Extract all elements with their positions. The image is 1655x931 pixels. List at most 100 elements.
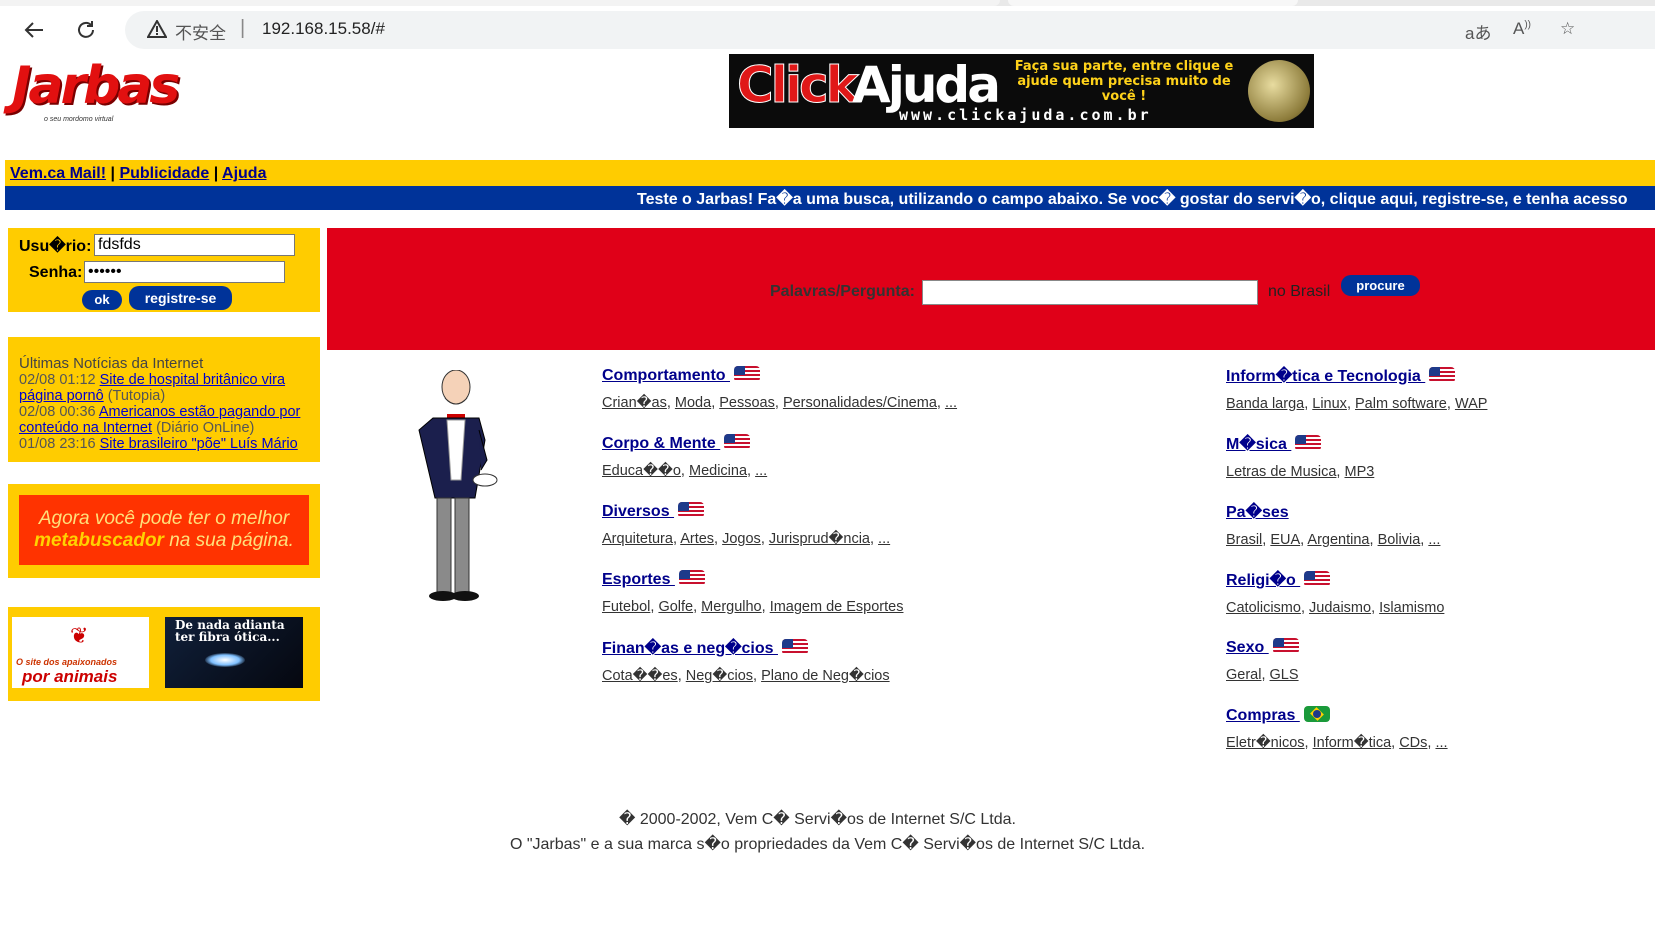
subcategory-link[interactable]: Pessoas xyxy=(719,395,775,411)
subcategory-link[interactable]: Palm software xyxy=(1355,396,1447,412)
subcategory-link[interactable]: Educa��o xyxy=(602,463,681,479)
ajuda-link[interactable]: Ajuda xyxy=(222,165,266,182)
fibra-text: De nada adianta ter fibra ótica... xyxy=(175,618,285,644)
us-flag-icon xyxy=(1304,571,1331,587)
subcategory-link[interactable]: Letras de Musica xyxy=(1226,464,1336,480)
subcategory-link[interactable]: Argentina xyxy=(1307,532,1369,548)
animais-ad[interactable]: ❦ O site dos apaixonados por animais xyxy=(12,617,149,688)
address-bar[interactable]: 不安全 | 192.168.15.58/# aあ A)) ☆ xyxy=(125,11,1655,49)
subcategory-link[interactable]: Inform�tica xyxy=(1313,735,1392,751)
subcategory-link[interactable]: Crian�as xyxy=(602,395,667,411)
subcategory-link[interactable]: Geral xyxy=(1226,667,1261,683)
category-title[interactable]: M�sica xyxy=(1226,436,1291,453)
jarbas-logo[interactable]: Jarbas o seu mordomo virtual xyxy=(12,60,180,123)
register-button[interactable]: registre-se xyxy=(129,286,232,310)
us-flag-icon xyxy=(1295,435,1322,451)
subcategories: Educa��o, Medicina, ... xyxy=(602,463,768,479)
news-link[interactable]: Site brasileiro "põe" Luís Mário xyxy=(100,436,298,452)
category-esportes: Esportes Futebol, Golfe, Mergulho, Image… xyxy=(602,570,903,615)
category-title[interactable]: Esportes xyxy=(602,571,675,588)
translate-icon[interactable]: aあ xyxy=(1465,19,1491,44)
subcategory-link[interactable]: Linux xyxy=(1312,396,1347,412)
tab-inactive[interactable] xyxy=(1008,0,1298,6)
subcategory-link[interactable]: Personalidades/Cinema xyxy=(783,395,937,411)
metabuscador-ad[interactable]: Agora você pode ter o melhor metabuscado… xyxy=(19,495,309,565)
subcategory-link[interactable]: Mergulho xyxy=(701,599,761,615)
category-sexo: Sexo Geral, GLS xyxy=(1226,638,1299,683)
subcategory-link[interactable]: Moda xyxy=(675,395,711,411)
subcategory-link[interactable]: CDs xyxy=(1399,735,1427,751)
more-link[interactable]: ... xyxy=(945,395,957,411)
subcategory-link[interactable]: Brasil xyxy=(1226,532,1262,548)
back-icon[interactable] xyxy=(18,14,50,46)
subcategory-link[interactable]: Plano de Neg�cios xyxy=(761,668,890,684)
subcategory-link[interactable]: Jurisprud�ncia xyxy=(769,531,870,547)
search-button[interactable]: procure xyxy=(1341,275,1420,296)
subcategory-link[interactable]: Jogos xyxy=(722,531,761,547)
warning-icon[interactable] xyxy=(146,18,168,43)
ticker-text[interactable]: Teste o Jarbas! Fa�a uma busca, utilizan… xyxy=(637,189,1628,209)
subcategory-link[interactable]: Catolicismo xyxy=(1226,600,1301,616)
subcategory-link[interactable]: Bolivia xyxy=(1378,532,1421,548)
more-link[interactable]: ... xyxy=(755,463,767,479)
trademark-text: O "Jarbas" e a sua marca s�o propriedade… xyxy=(509,836,1146,853)
category-title[interactable]: Inform�tica e Tecnologia xyxy=(1226,368,1425,385)
category-title[interactable]: Religi�o xyxy=(1226,572,1300,589)
news-time: 02/08 00:36 xyxy=(19,404,96,420)
reload-icon[interactable] xyxy=(70,14,102,46)
vemca-mail-link[interactable]: Vem.ca Mail! xyxy=(10,165,106,182)
ad-text: Agora você pode ter o melhor xyxy=(38,508,290,529)
subcategory-link[interactable]: WAP xyxy=(1455,396,1488,412)
us-flag-icon xyxy=(1272,638,1299,654)
subcategory-link[interactable]: Eletr�nicos xyxy=(1226,735,1305,751)
subcategory-link[interactable]: GLS xyxy=(1270,667,1299,683)
news-source: (Tutopia) xyxy=(107,388,166,404)
ad-text: na sua página. xyxy=(169,530,294,551)
category-title[interactable]: Corpo & Mente xyxy=(602,435,720,452)
category-title[interactable]: Finan�as e neg�cios xyxy=(602,640,778,657)
category-title[interactable]: Sexo xyxy=(1226,639,1269,656)
subcategory-link[interactable]: Golfe xyxy=(658,599,693,615)
subcategories: Geral, GLS xyxy=(1226,667,1299,683)
subcategories: Crian�as, Moda, Pessoas, Personalidades/… xyxy=(602,395,958,411)
banner-click: Click xyxy=(737,56,860,115)
subcategory-link[interactable]: EUA xyxy=(1270,532,1300,548)
subcategory-link[interactable]: Imagem de Esportes xyxy=(770,599,904,615)
subcategories: Catolicismo, Judaismo, Islamismo xyxy=(1226,600,1445,616)
read-aloud-icon[interactable]: A)) xyxy=(1513,19,1531,39)
search-input[interactable] xyxy=(922,280,1258,305)
user-label: Usu�rio: xyxy=(19,238,92,255)
publicidade-link[interactable]: Publicidade xyxy=(119,165,209,182)
url-text[interactable]: 192.168.15.58/# xyxy=(262,19,385,39)
subcategory-link[interactable]: Islamismo xyxy=(1379,600,1444,616)
password-input[interactable] xyxy=(84,261,285,283)
fibra-optica-ad[interactable]: De nada adianta ter fibra ótica... xyxy=(165,617,303,688)
us-flag-icon xyxy=(678,502,705,518)
subcategory-link[interactable]: MP3 xyxy=(1344,464,1374,480)
category-diversos: Diversos Arquitetura, Artes, Jogos, Juri… xyxy=(602,502,890,547)
security-label[interactable]: 不安全 xyxy=(175,19,226,44)
subcategory-link[interactable]: Banda larga xyxy=(1226,396,1304,412)
more-link[interactable]: ... xyxy=(1435,735,1447,751)
more-link[interactable]: ... xyxy=(878,531,890,547)
category-title[interactable]: Pa�ses xyxy=(1226,504,1289,521)
subcategory-link[interactable]: Artes xyxy=(680,531,714,547)
subcategory-link[interactable]: Cota��es xyxy=(602,668,678,684)
subcategory-link[interactable]: Neg�cios xyxy=(686,668,753,684)
category-title[interactable]: Diversos xyxy=(602,503,674,520)
ok-button[interactable]: ok xyxy=(82,290,122,310)
subcategory-link[interactable]: Arquitetura xyxy=(602,531,673,547)
subcategory-link[interactable]: Futebol xyxy=(602,599,650,615)
category-corpo-mente: Corpo & Mente Educa��o, Medicina, ... xyxy=(602,434,767,479)
category-title[interactable]: Comportamento xyxy=(602,367,730,384)
more-link[interactable]: ... xyxy=(1428,532,1440,548)
small-ads-box: ❦ O site dos apaixonados por animais De … xyxy=(8,607,320,701)
user-input[interactable] xyxy=(94,234,295,256)
subcategory-link[interactable]: Judaismo xyxy=(1309,600,1371,616)
category-title[interactable]: Compras xyxy=(1226,707,1300,724)
subcategory-link[interactable]: Medicina xyxy=(689,463,747,479)
clickajuda-banner[interactable]: Click Ajuda Faça sua parte, entre clique… xyxy=(729,54,1314,128)
ad-text-bold: metabuscador xyxy=(34,530,164,551)
tab-active[interactable] xyxy=(0,0,1000,6)
favorite-icon[interactable]: ☆ xyxy=(1560,19,1575,39)
